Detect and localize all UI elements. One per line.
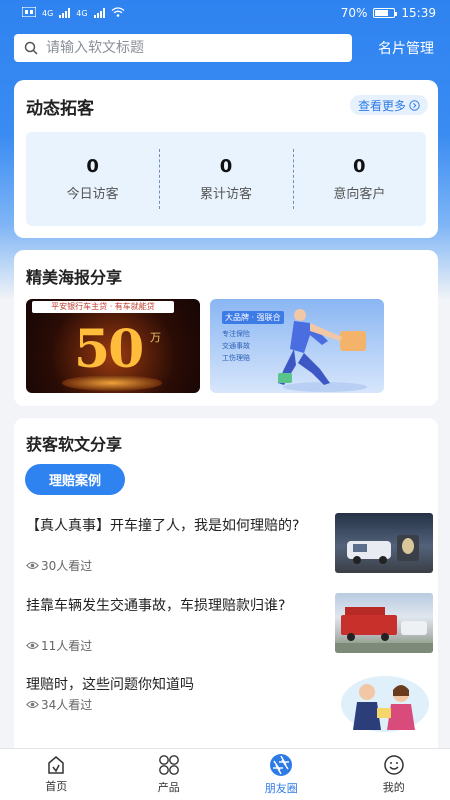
- eye-icon: [26, 701, 39, 708]
- grid-icon: [158, 755, 179, 775]
- category-chip-claims[interactable]: 理赔案例: [25, 464, 125, 495]
- article-views: 11人看过: [26, 637, 92, 654]
- visitor-card-title: 动态拓客: [26, 99, 94, 119]
- battery-fill: [375, 10, 388, 16]
- eye-icon: [26, 642, 39, 649]
- stat-value: 0: [219, 156, 233, 177]
- visitor-stats: 0 今日访客 0 累计访客 0 意向客户: [26, 132, 426, 226]
- article-title: 挂靠车辆发生交通事故，车损理赔款归谁?: [26, 598, 286, 614]
- stat-value: 0: [86, 156, 99, 177]
- profile-icon: [384, 755, 404, 775]
- article-item[interactable]: 理赔时，这些问题你知道吗 34人看过: [26, 672, 433, 744]
- home-icon: [48, 756, 64, 774]
- card-management-link[interactable]: 名片管理: [378, 38, 434, 58]
- article-thumbnail: [335, 513, 433, 573]
- poster-loan[interactable]: 平安银行车主贷 · 有车就能贷 50 万: [26, 299, 200, 393]
- network-type-2: 4G: [76, 8, 88, 18]
- view-count: 34人看过: [41, 698, 93, 712]
- clock: 15:39: [401, 6, 436, 20]
- wifi-icon: [111, 6, 125, 20]
- eye-icon: [26, 562, 39, 569]
- article-thumbnail: [335, 593, 433, 653]
- stat-total-visitors[interactable]: 0 累计访客: [159, 132, 292, 226]
- search-input[interactable]: [46, 40, 316, 56]
- stat-today-visitors[interactable]: 0 今日访客: [26, 132, 159, 226]
- nav-label: 朋友圈: [264, 782, 298, 795]
- nav-label: 首页: [45, 780, 68, 793]
- stat-value: 0: [353, 156, 366, 177]
- signal-icon-2: [93, 8, 105, 18]
- signal-icon: [59, 8, 71, 18]
- article-views: 30人看过: [26, 557, 92, 574]
- notification-icon: [21, 6, 37, 20]
- visitor-card: 动态拓客 查看更多 0 今日访客 0 累计访客 0 意向客户: [14, 80, 438, 238]
- nav-moments[interactable]: 朋友圈: [225, 749, 338, 800]
- article-card: 获客软文分享 理赔案例 【真人真事】开车撞了人，我是如何理赔的? 30人看过 挂…: [14, 418, 438, 758]
- view-count: 11人看过: [41, 639, 93, 653]
- nav-home[interactable]: 首页: [0, 749, 113, 800]
- stat-label: 今日访客: [66, 187, 119, 202]
- stat-label: 累计访客: [199, 187, 252, 202]
- article-item[interactable]: 挂靠车辆发生交通事故，车损理赔款归谁? 11人看过: [26, 593, 433, 665]
- poster-bullet: 工伤理赔: [222, 354, 250, 362]
- nav-products[interactable]: 产品: [113, 749, 226, 800]
- article-card-title: 获客软文分享: [26, 435, 123, 454]
- article-title: 理赔时，这些问题你知道吗: [26, 677, 194, 693]
- poster-card-title: 精美海报分享: [26, 268, 123, 287]
- poster-bullet: 专注保险: [222, 330, 250, 338]
- network-type: 4G: [42, 8, 54, 18]
- poster-number: 50: [74, 319, 144, 380]
- view-more-label: 查看更多: [357, 98, 406, 113]
- article-title: 【真人真事】开车撞了人，我是如何理赔的?: [26, 518, 300, 534]
- search-bar[interactable]: [14, 34, 352, 62]
- arrow-circle-icon: [409, 99, 420, 111]
- status-bar: 4G 4G 70% 15:39: [0, 0, 450, 26]
- running-person-illustration: [278, 309, 367, 392]
- poster-bullet: 交通事故: [222, 342, 250, 350]
- stat-label: 意向客户: [333, 187, 386, 202]
- poster-card: 精美海报分享 平安银行车主贷 · 有车就能贷 50 万 大品牌 · 强联合 专注…: [14, 250, 438, 406]
- search-icon: [24, 41, 38, 55]
- article-views: 34人看过: [26, 696, 92, 713]
- poster-unit: 万: [150, 331, 161, 344]
- article-item[interactable]: 【真人真事】开车撞了人，我是如何理赔的? 30人看过: [26, 513, 433, 585]
- article-thumbnail: [335, 672, 433, 732]
- poster-ribbon: 平安银行车主贷 · 有车就能贷: [32, 301, 174, 313]
- nav-label: 产品: [157, 781, 180, 794]
- bottom-navigation: 首页 产品 朋友圈 我的: [0, 748, 450, 800]
- view-count: 30人看过: [41, 559, 93, 573]
- stat-intended-customers[interactable]: 0 意向客户: [292, 132, 426, 226]
- nav-profile[interactable]: 我的: [338, 749, 450, 800]
- nav-label: 我的: [382, 781, 405, 794]
- battery-percent: 70%: [340, 6, 368, 20]
- aperture-icon: [270, 754, 293, 776]
- view-more-button[interactable]: 查看更多: [349, 95, 428, 115]
- battery-icon: [373, 8, 398, 18]
- poster-insurance[interactable]: 大品牌 · 强联合 专注保险 交通事故 工伤理赔: [210, 299, 384, 393]
